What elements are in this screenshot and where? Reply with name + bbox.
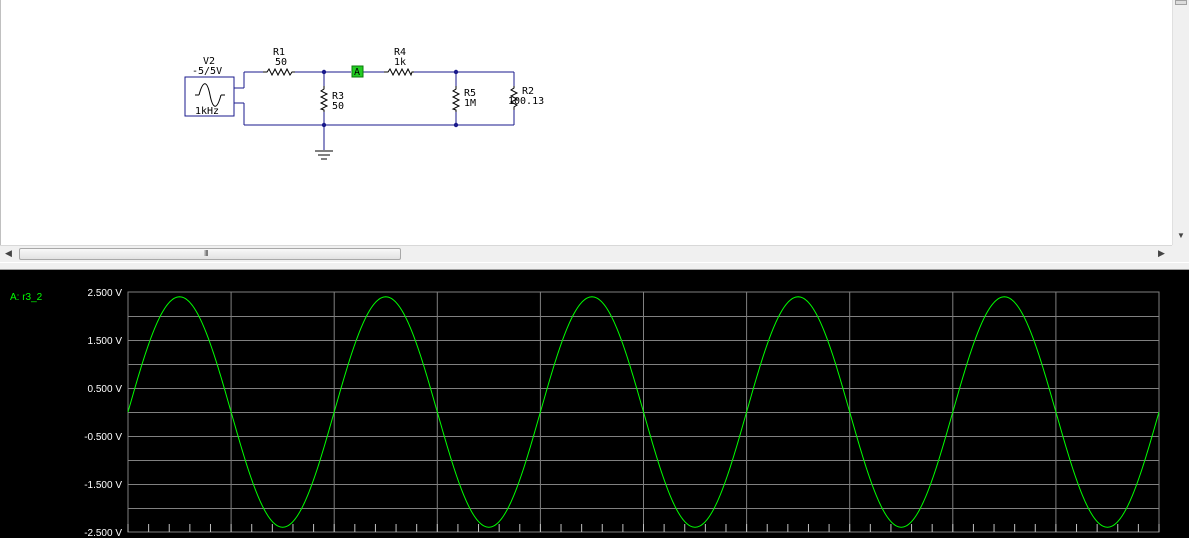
r2-value: 100.13 bbox=[508, 96, 544, 107]
r1-value: 50 bbox=[275, 57, 287, 68]
x-minor-ticks bbox=[127, 524, 1160, 532]
vertical-scrollbar[interactable]: ▼ bbox=[1172, 0, 1189, 245]
vertical-scrollbar-thumb[interactable] bbox=[1175, 0, 1187, 5]
ground-icon bbox=[315, 150, 333, 160]
resistor-r5[interactable]: R5 1M bbox=[451, 86, 476, 112]
r5-value: 1M bbox=[464, 98, 476, 109]
y-tick-label: 0.500 V bbox=[88, 384, 123, 395]
y-tick-label: -1.500 V bbox=[84, 480, 122, 491]
schematic-drawing[interactable]: V2 -5/5V 1kHz R1 50 A R4 1k R3 50 R5 1M … bbox=[1, 0, 1173, 245]
schematic-wires bbox=[234, 71, 515, 150]
v2-amplitude: -5/5V bbox=[192, 66, 222, 77]
resistor-r2[interactable]: R2 100.13 bbox=[508, 86, 544, 110]
scroll-down-icon[interactable]: ▼ bbox=[1177, 231, 1185, 240]
r4-value: 1k bbox=[394, 57, 406, 68]
oscilloscope-panel: A: r3_2 2.500 V 1.500 V 0.500 V -0.500 V -1.… bbox=[0, 270, 1189, 538]
y-tick-label: 2.500 V bbox=[88, 288, 123, 299]
scroll-right-icon[interactable]: ▶ bbox=[1158, 248, 1165, 259]
horizontal-scrollbar[interactable]: ◀ III ▶ bbox=[0, 245, 1172, 262]
pane-splitter[interactable] bbox=[0, 262, 1189, 270]
y-axis-labels: 2.500 V 1.500 V 0.500 V -0.500 V -1.500 V -2.… bbox=[84, 288, 122, 538]
v2-frequency: 1kHz bbox=[195, 106, 219, 117]
probe-a[interactable]: A bbox=[351, 65, 364, 78]
waveform-plot: 2.500 V 1.500 V 0.500 V -0.500 V -1.500 V -2.… bbox=[84, 288, 1160, 538]
horizontal-scrollbar-thumb[interactable]: III bbox=[19, 248, 401, 260]
y-tick-label: 1.500 V bbox=[88, 336, 123, 347]
scroll-left-icon[interactable]: ◀ bbox=[5, 248, 12, 259]
y-tick-label: -0.500 V bbox=[84, 432, 122, 443]
v2-source[interactable]: V2 -5/5V 1kHz bbox=[184, 56, 235, 117]
resistor-r1[interactable]: R1 50 bbox=[263, 47, 295, 77]
y-tick-label: -2.500 V bbox=[84, 528, 122, 538]
scrollbar-grip: III bbox=[204, 249, 209, 258]
scrollbar-corner bbox=[1172, 245, 1189, 262]
schematic-canvas[interactable]: V2 -5/5V 1kHz R1 50 A R4 1k R3 50 R5 1M … bbox=[0, 0, 1189, 245]
r3-value: 50 bbox=[332, 101, 344, 112]
resistor-r4[interactable]: R4 1k bbox=[384, 47, 414, 77]
probe-a-label: A bbox=[354, 67, 360, 78]
resistor-r3[interactable]: R3 50 bbox=[319, 86, 344, 112]
